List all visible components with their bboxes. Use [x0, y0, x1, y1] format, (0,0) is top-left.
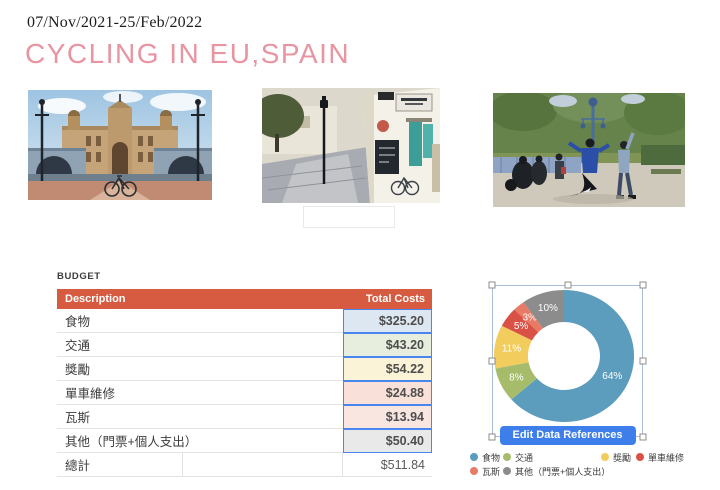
- date-range-text[interactable]: 07/Nov/2021-25/Feb/2022: [27, 14, 202, 32]
- park-photo-illustration: [493, 93, 685, 207]
- legend-item-2: 獎勵: [601, 452, 631, 462]
- budget-row-description[interactable]: 交通: [57, 333, 343, 357]
- budget-footer-row[interactable]: 總計 $511.84: [57, 453, 432, 477]
- budget-header-row: Description Total Costs: [57, 289, 432, 309]
- photo-village-street[interactable]: [262, 88, 440, 203]
- budget-section-label: BUDGET: [57, 271, 101, 282]
- budget-row-2[interactable]: 獎勵$54.22: [57, 357, 432, 381]
- budget-row-3[interactable]: 單車維修$24.88: [57, 381, 432, 405]
- selection-handle-4[interactable]: [640, 358, 647, 365]
- budget-donut-chart[interactable]: 64%8%11%5%3%10% Edit Data References: [492, 285, 643, 437]
- budget-footer-label[interactable]: 總計: [57, 453, 183, 476]
- budget-footer-total[interactable]: $511.84: [343, 453, 432, 476]
- legend-dot-icon: [601, 453, 609, 461]
- donut-percent-label: 64%: [602, 371, 622, 382]
- budget-row-total[interactable]: $54.22: [343, 357, 432, 381]
- legend-item-3: 單車維修: [636, 452, 684, 462]
- budget-footer-spacer: [183, 453, 343, 476]
- selection-handle-0[interactable]: [489, 282, 496, 289]
- selection-handle-7[interactable]: [640, 434, 647, 441]
- selection-handle-5[interactable]: [489, 434, 496, 441]
- legend-item-5: 其他（門票+個人支出）: [503, 466, 610, 476]
- legend-dot-icon: [470, 453, 478, 461]
- slide-canvas: 07/Nov/2021-25/Feb/2022 CYCLING IN EU,SP…: [0, 0, 720, 490]
- legend-label: 其他（門票+個人支出）: [515, 465, 610, 478]
- budget-row-description[interactable]: 獎勵: [57, 357, 343, 381]
- legend-label: 交通: [515, 451, 533, 464]
- budget-row-description[interactable]: 其他（門票+個人支出）: [57, 429, 343, 453]
- budget-row-total[interactable]: $43.20: [343, 333, 432, 357]
- plaza-photo-illustration: [28, 90, 212, 200]
- legend-dot-icon: [503, 467, 511, 475]
- selection-handle-3[interactable]: [489, 358, 496, 365]
- legend-dot-icon: [636, 453, 644, 461]
- donut-percent-label: 8%: [509, 373, 524, 384]
- budget-row-0[interactable]: 食物$325.20: [57, 309, 432, 333]
- donut-percent-label: 11%: [502, 344, 521, 355]
- budget-row-total[interactable]: $13.94: [343, 405, 432, 429]
- photo-park-dancers[interactable]: [493, 93, 685, 207]
- legend-item-0: 食物: [470, 452, 500, 462]
- photo-plaza-de-espana[interactable]: [28, 90, 212, 200]
- budget-table: Description Total Costs 食物$325.20交通$43.2…: [57, 289, 432, 477]
- budget-row-total[interactable]: $50.40: [343, 429, 432, 453]
- budget-row-4[interactable]: 瓦斯$13.94: [57, 405, 432, 429]
- legend-dot-icon: [470, 467, 478, 475]
- legend-label: 單車維修: [648, 451, 684, 464]
- legend-label: 食物: [482, 451, 500, 464]
- budget-row-description[interactable]: 單車維修: [57, 381, 343, 405]
- legend-label: 瓦斯: [482, 465, 500, 478]
- edit-data-references-button[interactable]: Edit Data References: [499, 426, 635, 445]
- legend-label: 獎勵: [613, 451, 631, 464]
- budget-row-description[interactable]: 食物: [57, 309, 343, 333]
- donut-chart-svg[interactable]: 64%8%11%5%3%10%: [492, 285, 643, 437]
- budget-header-total: Total Costs: [343, 293, 432, 305]
- legend-item-4: 瓦斯: [470, 466, 500, 476]
- budget-row-total[interactable]: $325.20: [343, 309, 432, 333]
- selection-handle-1[interactable]: [564, 282, 571, 289]
- legend-item-1: 交通: [503, 452, 533, 462]
- donut-percent-label: 10%: [538, 303, 558, 314]
- legend-dot-icon: [503, 453, 511, 461]
- budget-header-description: Description: [57, 293, 343, 305]
- budget-row-5[interactable]: 其他（門票+個人支出）$50.40: [57, 429, 432, 453]
- budget-row-1[interactable]: 交通$43.20: [57, 333, 432, 357]
- caption-placeholder[interactable]: [303, 206, 395, 228]
- selection-handle-2[interactable]: [640, 282, 647, 289]
- budget-table-body: 食物$325.20交通$43.20獎勵$54.22單車維修$24.88瓦斯$13…: [57, 309, 432, 453]
- street-photo-illustration: [262, 88, 440, 203]
- budget-row-description[interactable]: 瓦斯: [57, 405, 343, 429]
- budget-row-total[interactable]: $24.88: [343, 381, 432, 405]
- slide-title[interactable]: CYCLING IN EU,SPAIN: [25, 38, 350, 70]
